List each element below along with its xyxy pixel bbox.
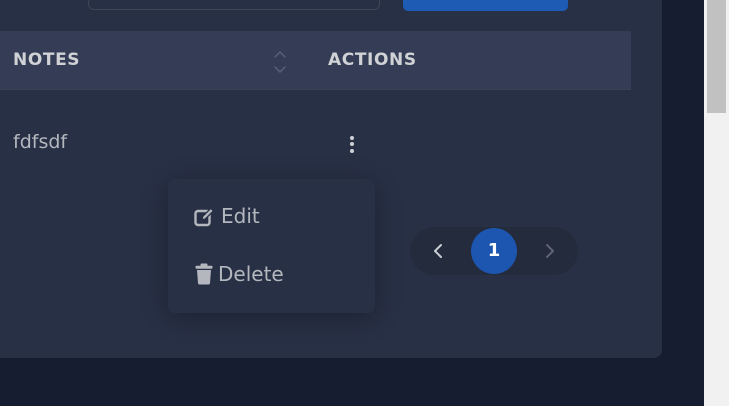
edit-icon [194, 207, 215, 226]
notes-cell: fdfsdf [13, 131, 68, 153]
primary-action-button[interactable] [403, 0, 568, 11]
delete-label: Delete [218, 262, 284, 286]
sort-icon[interactable] [272, 48, 288, 76]
column-header-notes[interactable]: NOTES [13, 31, 80, 89]
chevron-right-icon[interactable] [538, 239, 562, 263]
chevron-left-icon[interactable] [426, 239, 450, 263]
delete-menu-item[interactable]: Delete [195, 259, 284, 289]
table-header: NOTES ACTIONS [0, 31, 631, 90]
column-header-actions: ACTIONS [328, 50, 417, 70]
pagination: 1 [410, 227, 578, 275]
edit-label: Edit [221, 204, 260, 228]
page-1-button[interactable]: 1 [471, 228, 517, 274]
search-input[interactable] [88, 0, 380, 10]
more-vertical-icon[interactable] [343, 131, 361, 157]
edit-menu-item[interactable]: Edit [194, 201, 260, 231]
trash-icon [195, 263, 213, 285]
scrollbar-thumb[interactable] [707, 0, 726, 113]
notes-card: NOTES ACTIONS fdfsdf Edit Delete 1 [0, 0, 662, 358]
row-actions-dropdown: Edit Delete [168, 179, 375, 313]
